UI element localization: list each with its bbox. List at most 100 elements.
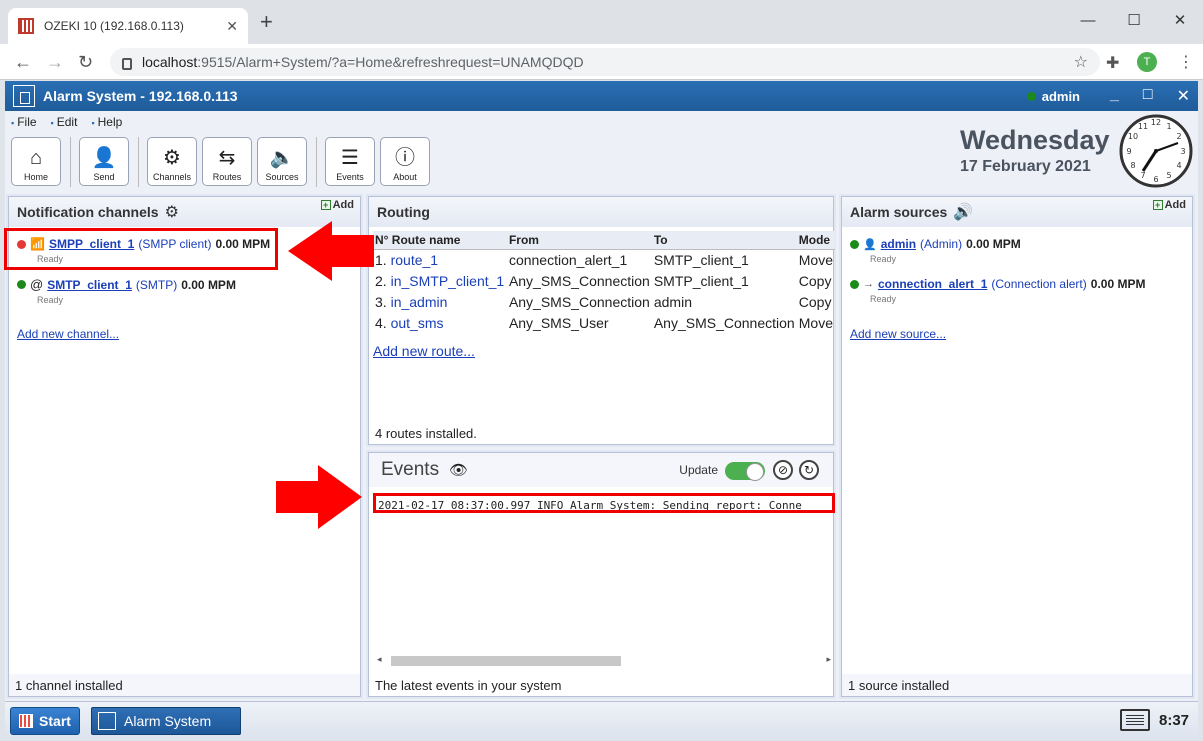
route-number: 4. — [375, 315, 387, 331]
events-button[interactable]: ☰ Events — [325, 137, 375, 186]
source-item[interactable]: 👤 admin (Admin) 0.00 MPM Ready — [850, 237, 1021, 264]
channel-status: Ready — [37, 295, 64, 305]
about-label: About — [393, 172, 417, 182]
home-button[interactable]: ⌂ Home — [11, 137, 61, 186]
route-name-link[interactable]: out_sms — [391, 315, 444, 331]
menu-help[interactable]: Help — [91, 115, 123, 129]
svg-text:6: 6 — [1153, 175, 1158, 184]
add-new-channel-link[interactable]: Add new channel... — [17, 327, 119, 341]
keyboard-tray-icon[interactable] — [1120, 709, 1150, 731]
address-bar[interactable]: localhost:9515/Alarm+System/?a=Home&refr… — [110, 48, 1100, 76]
close-tab-icon[interactable]: ✕ — [226, 18, 238, 35]
add-source-button[interactable]: + Add — [1152, 199, 1186, 211]
sources-panel-header: Alarm sources 🔊 + Add — [842, 197, 1192, 227]
at-sign-icon: @ — [30, 277, 44, 292]
channel-name-link[interactable]: SMTP_client_1 — [47, 278, 132, 292]
route-name-link[interactable]: route_1 — [391, 252, 438, 268]
eye-icon[interactable]: 👁 — [449, 461, 468, 479]
toolbar-separator — [70, 137, 71, 187]
profile-avatar[interactable]: T — [1137, 52, 1157, 72]
table-row[interactable]: 2. in_SMTP_client_1 Any_SMS_Connection S… — [373, 271, 835, 292]
app-close-button[interactable]: ✕ — [1177, 86, 1190, 106]
channel-item[interactable]: @ SMTP_client_1 (SMTP) 0.00 MPM Ready — [17, 277, 236, 305]
app-title: Alarm System - 192.168.0.113 — [43, 88, 238, 104]
routing-table: N° Route name From To Mode 1. route_1 co… — [373, 231, 835, 334]
start-label: Start — [39, 713, 71, 729]
maximize-window-button[interactable]: ☐ — [1111, 6, 1157, 34]
highlight-box — [4, 228, 278, 270]
refresh-events-icon[interactable]: ↻ — [799, 460, 819, 480]
close-window-button[interactable]: ✕ — [1157, 6, 1203, 34]
channels-label: Channels — [152, 172, 192, 182]
forward-arrow-icon[interactable]: → — [46, 52, 64, 73]
browser-menu-icon[interactable]: ⋮ — [1178, 52, 1194, 72]
col-to[interactable]: To — [651, 231, 797, 250]
start-button[interactable]: Start — [10, 707, 80, 735]
date-display: Wednesday 17 February 2021 — [960, 125, 1110, 176]
url-path: :9515/Alarm+System/?a=Home&refreshreques… — [197, 54, 584, 70]
bookmark-star-icon[interactable]: ☆ — [1074, 52, 1088, 72]
routing-panel-header: Routing — [369, 197, 833, 227]
reload-icon[interactable]: ↻ — [78, 52, 93, 73]
clear-events-icon[interactable]: ⊘ — [773, 460, 793, 480]
add-source-label: Add — [1164, 199, 1186, 211]
home-label: Home — [23, 172, 48, 182]
events-horizontal-scrollbar[interactable]: ◂ ▸ — [375, 654, 833, 668]
app-maximize-button[interactable]: □ — [1143, 86, 1153, 106]
sources-button[interactable]: 🔈 Sources — [257, 137, 307, 186]
add-channel-button[interactable]: + Add — [320, 199, 354, 211]
update-toggle[interactable] — [725, 462, 765, 481]
add-new-route-link[interactable]: Add new route... — [373, 343, 475, 359]
online-status-icon — [1026, 91, 1036, 101]
events-list-icon: ☰ — [341, 147, 359, 169]
route-from: Any_SMS_User — [508, 315, 609, 331]
source-item[interactable]: → connection_alert_1 (Connection alert) … — [850, 277, 1145, 304]
route-number: 1. — [375, 252, 387, 269]
back-arrow-icon[interactable]: ← — [14, 52, 32, 73]
connection-arrow-icon: → — [863, 278, 874, 290]
minimize-window-button[interactable]: — — [1065, 6, 1111, 34]
app-minimize-button[interactable]: _ — [1110, 86, 1119, 106]
channels-panel-title: Notification channels — [17, 204, 159, 220]
col-route-name[interactable]: N° Route name — [373, 231, 507, 250]
new-tab-button[interactable]: + — [260, 11, 273, 33]
alarm-system-logo-icon — [13, 85, 35, 107]
table-row[interactable]: 3. in_admin Any_SMS_Connection admin Cop… — [373, 292, 835, 313]
col-mode[interactable]: Mode — [796, 231, 835, 250]
plus-icon: + — [320, 200, 331, 210]
browser-tab[interactable]: OZEKI 10 (192.168.0.113) ✕ — [8, 8, 248, 44]
route-to: SMTP_client_1 — [653, 252, 749, 269]
about-button[interactable]: ⓘ About — [380, 137, 430, 186]
user-icon: 👤 — [863, 238, 877, 251]
svg-text:8: 8 — [1130, 161, 1135, 170]
routes-button[interactable]: ⇆ Routes — [202, 137, 252, 186]
add-new-source-link[interactable]: Add new source... — [850, 327, 946, 341]
source-name-link[interactable]: admin — [881, 237, 916, 251]
scroll-left-icon[interactable]: ◂ — [377, 654, 382, 665]
send-user-icon: 👤 — [91, 147, 117, 169]
scroll-right-icon[interactable]: ▸ — [826, 654, 831, 665]
event-log-line: 2021-02-17 08:37:00.997 INFO Alarm_Syste… — [373, 493, 835, 513]
scrollbar-thumb[interactable] — [391, 656, 621, 666]
menu-file[interactable]: File — [11, 115, 36, 129]
route-from: Any_SMS_Connection — [508, 294, 650, 310]
channel-mpm: 0.00 MPM — [181, 277, 236, 292]
red-arrow-left-icon — [288, 221, 374, 281]
events-panel: Events 👁 Update ⊘ ↻ 2021-02-17 08:37:00.… — [368, 452, 835, 697]
source-mpm: 0.00 MPM — [1090, 277, 1146, 291]
tab-title: OZEKI 10 (192.168.0.113) — [44, 19, 184, 33]
route-number: 2. — [375, 273, 387, 289]
channels-button[interactable]: ⚙ Channels — [147, 137, 197, 186]
table-row[interactable]: 4. out_sms Any_SMS_User Any_SMS_Connecti… — [373, 313, 835, 334]
source-name-link[interactable]: connection_alert_1 — [878, 277, 987, 291]
route-name-link[interactable]: in_admin — [391, 294, 448, 310]
col-from[interactable]: From — [506, 231, 652, 250]
taskbar-item-alarm-system[interactable]: Alarm System — [91, 707, 241, 735]
menu-edit[interactable]: Edit — [51, 115, 78, 129]
svg-text:7: 7 — [1140, 171, 1145, 180]
extensions-puzzle-icon[interactable]: ✚ — [1106, 53, 1119, 73]
route-name-link[interactable]: in_SMTP_client_1 — [391, 273, 505, 289]
send-button[interactable]: 👤 Send — [79, 137, 129, 186]
table-row[interactable]: 1. route_1 connection_alert_1 SMTP_clien… — [373, 250, 835, 271]
user-indicator[interactable]: admin — [1026, 89, 1080, 104]
